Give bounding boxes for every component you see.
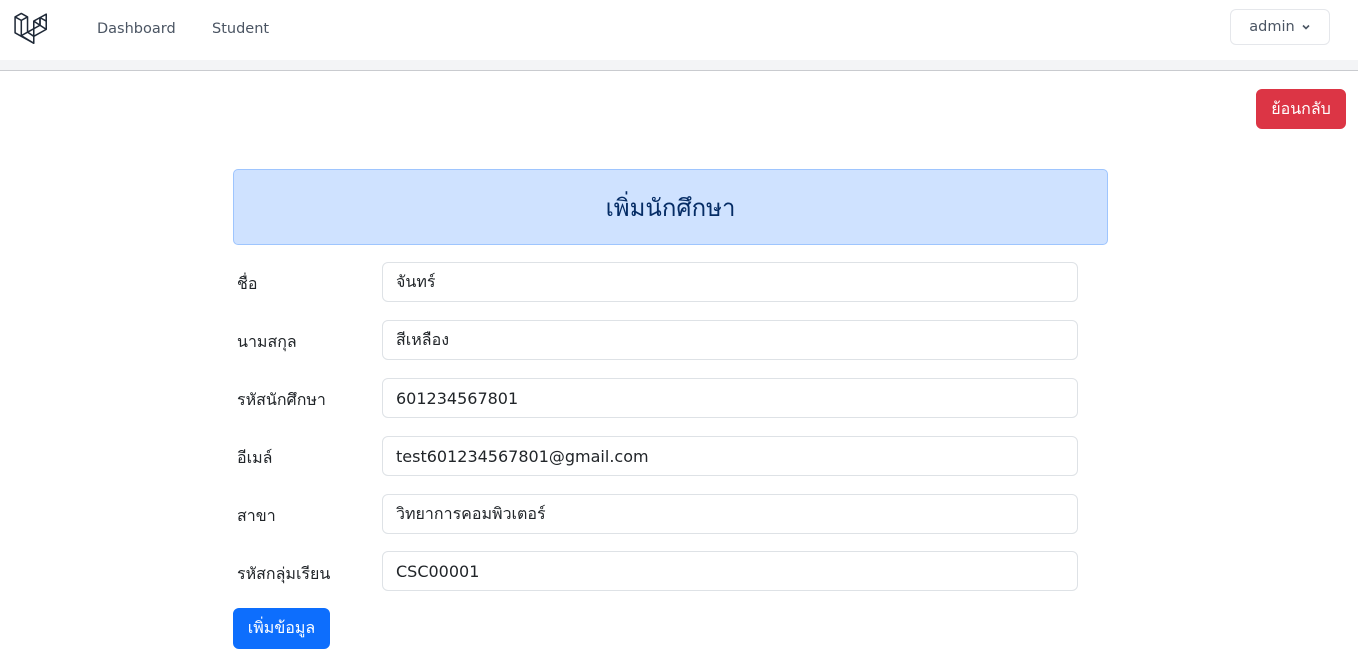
form-title: เพิ่มนักศึกษา (605, 193, 736, 222)
major-input[interactable] (382, 494, 1078, 534)
first-name-input[interactable] (382, 262, 1078, 302)
email-label: อีเมล์ (237, 448, 273, 467)
major-label: สาขา (237, 506, 276, 525)
header-strip (0, 60, 1358, 71)
user-menu-dropdown[interactable]: admin (1230, 9, 1330, 45)
group-id-input[interactable] (382, 551, 1078, 591)
nav-link-dashboard[interactable]: Dashboard (97, 19, 176, 39)
first-name-label: ชื่อ (237, 274, 258, 293)
student-id-label: รหัสนักศึกษา (237, 390, 326, 409)
last-name-label: นามสกุล (237, 332, 297, 351)
form-heading-alert: เพิ่มนักศึกษา (233, 169, 1108, 245)
group-id-label: รหัสกลุ่มเรียน (237, 564, 331, 583)
last-name-input[interactable] (382, 320, 1078, 360)
chevron-down-icon (1302, 24, 1310, 30)
top-navbar: Dashboard Student admin (0, 0, 1358, 60)
nav-link-student[interactable]: Student (212, 19, 269, 39)
student-id-input[interactable] (382, 378, 1078, 418)
user-menu-label: admin (1249, 19, 1295, 35)
back-button[interactable]: ย้อนกลับ (1256, 89, 1346, 129)
submit-button[interactable]: เพิ่มข้อมูล (233, 608, 330, 649)
laravel-logo-icon[interactable] (13, 10, 49, 46)
email-input[interactable] (382, 436, 1078, 476)
